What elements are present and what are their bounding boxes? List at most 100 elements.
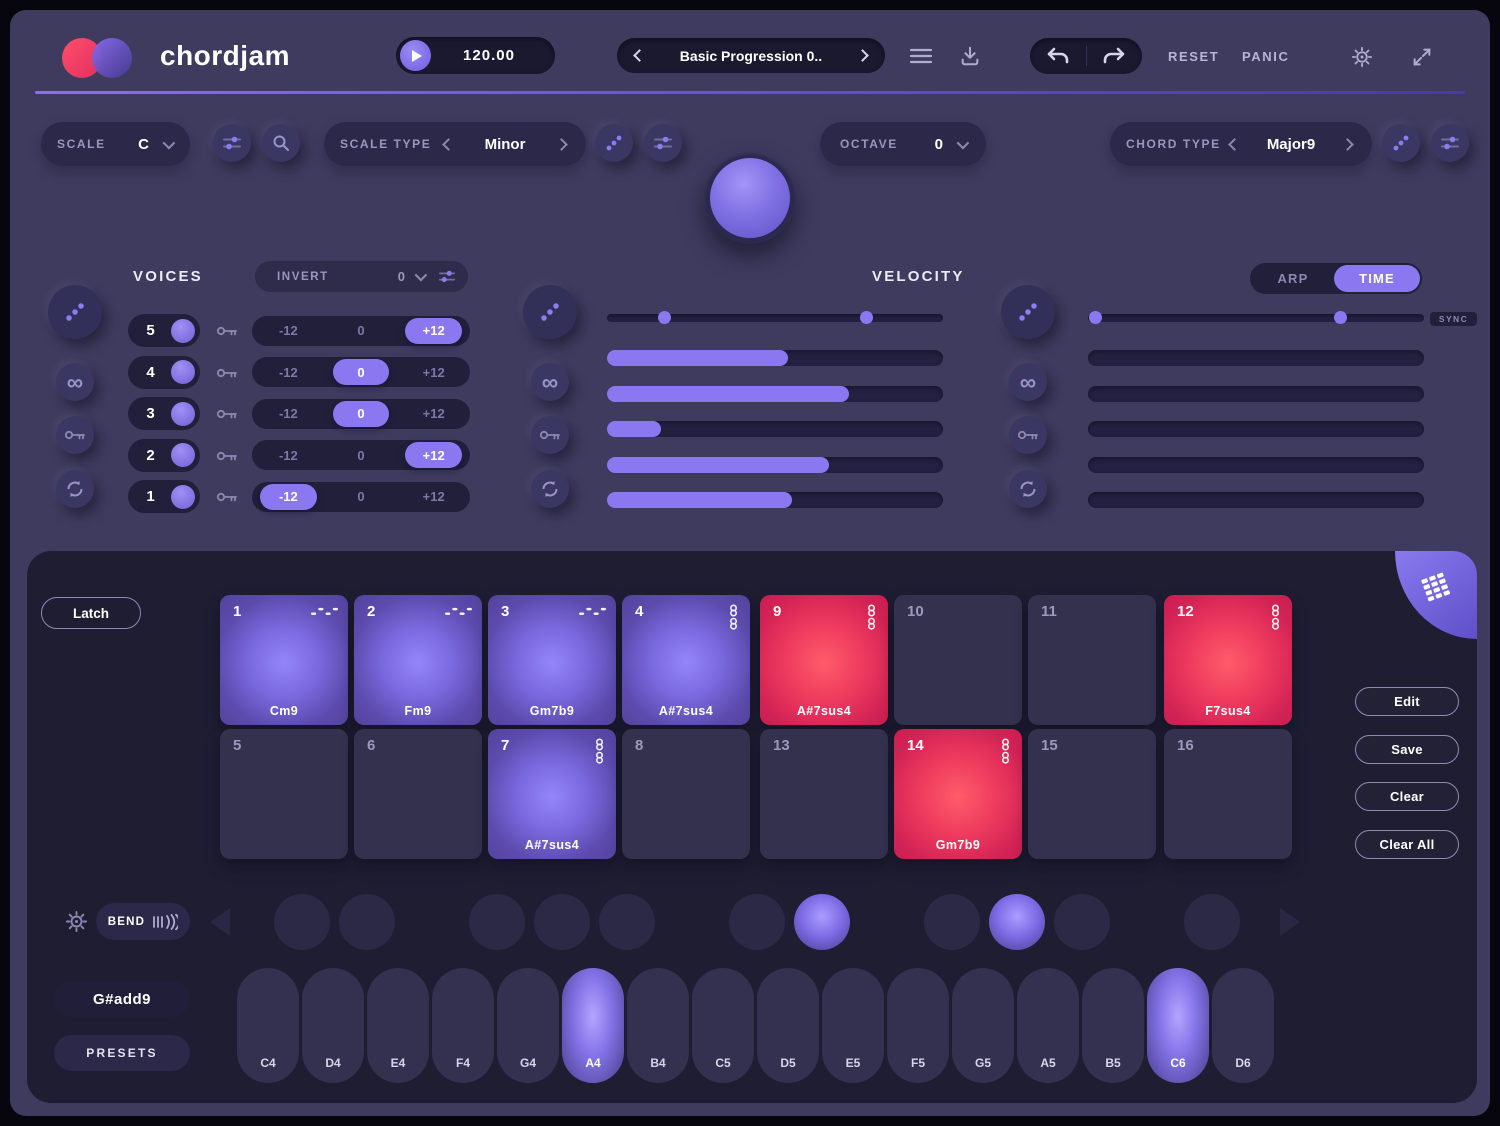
pad-9[interactable]: 9A#7sus4: [760, 595, 888, 725]
pad-14[interactable]: 14Gm7b9: [894, 729, 1022, 859]
time-bar-track[interactable]: [1088, 350, 1424, 366]
clear-button[interactable]: Clear: [1355, 782, 1459, 811]
velocity-bar-track[interactable]: [607, 386, 943, 402]
octave-option[interactable]: 0: [333, 484, 390, 510]
time-bar-track[interactable]: [1088, 492, 1424, 508]
velocity-range-slider[interactable]: [607, 314, 943, 322]
key-F#5[interactable]: [924, 894, 980, 950]
pad-8[interactable]: 8: [622, 729, 750, 859]
key-C#4[interactable]: [274, 894, 330, 950]
voice-toggle[interactable]: [171, 360, 195, 384]
keylock-time-button[interactable]: [1009, 416, 1047, 454]
cycle-velocity-button[interactable]: [531, 470, 569, 508]
voice-5-octave-selector[interactable]: -12 0 +12: [252, 316, 470, 346]
key-B5[interactable]: B5: [1082, 968, 1144, 1083]
voice-3-octave-selector[interactable]: -12 0 +12: [252, 399, 470, 429]
pad-10[interactable]: 10: [894, 595, 1022, 725]
octave-option[interactable]: -12: [260, 484, 317, 510]
infinity-velocity-button[interactable]: ∞: [531, 363, 569, 401]
octave-option[interactable]: 0: [333, 318, 390, 344]
key-G4[interactable]: G4: [497, 968, 559, 1083]
pad-7[interactable]: 7A#7sus4: [488, 729, 616, 859]
key-F5[interactable]: F5: [887, 968, 949, 1083]
key-D4[interactable]: D4: [302, 968, 364, 1083]
pad-6[interactable]: 6: [354, 729, 482, 859]
infinity-voices-button[interactable]: ∞: [56, 363, 94, 401]
pad-1[interactable]: 1Cm9: [220, 595, 348, 725]
key-C4[interactable]: C4: [237, 968, 299, 1083]
cycle-voices-button[interactable]: [56, 470, 94, 508]
pad-15[interactable]: 15: [1028, 729, 1156, 859]
pad-2[interactable]: 2Fm9: [354, 595, 482, 725]
key-D#4[interactable]: [339, 894, 395, 950]
octave-option[interactable]: -12: [260, 442, 317, 468]
octave-option[interactable]: +12: [405, 401, 462, 427]
key-D5[interactable]: D5: [757, 968, 819, 1083]
voice-toggle[interactable]: [171, 319, 195, 343]
key-C6[interactable]: C6: [1147, 968, 1209, 1083]
key-G#4[interactable]: [534, 894, 590, 950]
voice-4-octave-selector[interactable]: -120+12: [252, 357, 470, 387]
key-D#5[interactable]: [794, 894, 850, 950]
octave-option[interactable]: -12: [260, 401, 317, 427]
time-bar-track[interactable]: [1088, 457, 1424, 473]
key-C#6[interactable]: [1184, 894, 1240, 950]
pad-13[interactable]: 13: [760, 729, 888, 859]
time-bar-track[interactable]: [1088, 421, 1424, 437]
pad-11[interactable]: 11: [1028, 595, 1156, 725]
key-A#5[interactable]: [1054, 894, 1110, 950]
key-F#4[interactable]: [469, 894, 525, 950]
key-E5[interactable]: E5: [822, 968, 884, 1083]
octave-option[interactable]: -12: [260, 318, 317, 344]
keylock-velocity-button[interactable]: [531, 416, 569, 454]
voice-2-pill[interactable]: 2: [128, 439, 200, 472]
key-D6[interactable]: D6: [1212, 968, 1274, 1083]
key-B4[interactable]: B4: [627, 968, 689, 1083]
pad-12[interactable]: 12F7sus4: [1164, 595, 1292, 725]
keylock-voices-button[interactable]: [56, 416, 94, 454]
voice-1-octave-selector[interactable]: -12 0 +12: [252, 482, 470, 512]
edit-button[interactable]: Edit: [1355, 687, 1459, 716]
velocity-bar-track[interactable]: [607, 350, 943, 366]
time-range-slider[interactable]: [1088, 314, 1424, 322]
voice-toggle[interactable]: [171, 402, 195, 426]
cycle-time-button[interactable]: [1009, 470, 1047, 508]
key-F4[interactable]: F4: [432, 968, 494, 1083]
save-button[interactable]: Save: [1355, 735, 1459, 764]
randomize-time-button[interactable]: [1001, 285, 1055, 339]
velocity-bar-track[interactable]: [607, 457, 943, 473]
time-bar-track[interactable]: [1088, 386, 1424, 402]
key-A5[interactable]: A5: [1017, 968, 1079, 1083]
infinity-time-button[interactable]: ∞: [1009, 363, 1047, 401]
voice-4-pill[interactable]: 4: [128, 356, 200, 389]
key-G5[interactable]: G5: [952, 968, 1014, 1083]
voice-2-octave-selector[interactable]: -12 0 +12: [252, 440, 470, 470]
octave-option[interactable]: 0: [333, 442, 390, 468]
octave-option[interactable]: 0: [333, 401, 390, 427]
time-range-handle[interactable]: [1089, 311, 1102, 324]
velocity-range-handle[interactable]: [658, 311, 671, 324]
pad-3[interactable]: 3Gm7b9: [488, 595, 616, 725]
voice-5-pill[interactable]: 5: [128, 314, 200, 347]
octave-option[interactable]: +12: [405, 484, 462, 510]
time-range-handle[interactable]: [1334, 311, 1347, 324]
randomize-velocity-button[interactable]: [523, 285, 577, 339]
pad-16[interactable]: 16: [1164, 729, 1292, 859]
velocity-bar-track[interactable]: [607, 492, 943, 508]
octave-option[interactable]: 0: [333, 359, 390, 385]
voice-toggle[interactable]: [171, 443, 195, 467]
pad-5[interactable]: 5: [220, 729, 348, 859]
octave-option[interactable]: +12: [405, 318, 462, 344]
key-A#4[interactable]: [599, 894, 655, 950]
velocity-range-handle[interactable]: [860, 311, 873, 324]
octave-option[interactable]: -12: [260, 359, 317, 385]
clear-all-button[interactable]: Clear All: [1355, 830, 1459, 859]
pad-4[interactable]: 4A#7sus4: [622, 595, 750, 725]
key-G#5[interactable]: [989, 894, 1045, 950]
key-A4[interactable]: A4: [562, 968, 624, 1083]
voice-1-pill[interactable]: 1: [128, 480, 200, 513]
octave-option[interactable]: +12: [405, 442, 462, 468]
key-C#5[interactable]: [729, 894, 785, 950]
randomize-voices-button[interactable]: [48, 285, 102, 339]
key-C5[interactable]: C5: [692, 968, 754, 1083]
